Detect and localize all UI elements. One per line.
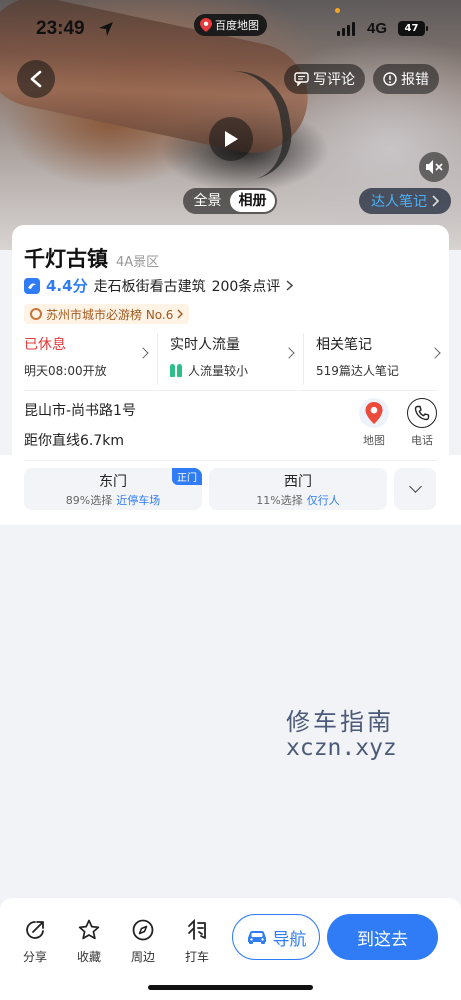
crowd-flow-label: 实时人流量 (170, 337, 240, 353)
gate-west[interactable]: 西门 11%选择 仅行人 (209, 468, 387, 510)
compass-icon (132, 919, 154, 941)
app-source-pill[interactable]: 百度地图 (194, 14, 267, 36)
phone-icon (407, 398, 437, 428)
go-here-label: 到这去 (357, 929, 408, 950)
ranking-label: 苏州市城市必游榜 No.6 (46, 307, 174, 322)
divider (24, 390, 437, 391)
baidu-map-pin-icon (200, 18, 212, 32)
favorite-button[interactable]: 收藏 (69, 918, 109, 965)
tab-panorama[interactable]: 全景 (185, 190, 230, 212)
share-label: 分享 (22, 950, 47, 964)
speaker-muted-icon (426, 160, 443, 174)
gate-percent: 11%选择 (256, 493, 303, 507)
related-notes[interactable]: 相关笔记 519篇达人笔记 (304, 333, 449, 385)
map-pin-icon (359, 398, 389, 428)
chevron-right-icon (286, 280, 294, 291)
watermark-cn: 修车指南 (286, 708, 394, 736)
divider (24, 460, 437, 461)
taxi-icon (188, 918, 206, 940)
related-notes-count: 519篇达人笔记 (316, 364, 399, 378)
entrance-options: 东门 89%选择 近停车场 正门 西门 11%选择 仅行人 (24, 468, 436, 510)
chevron-right-icon (177, 309, 184, 319)
expert-notes-button[interactable]: 达人笔记 (359, 188, 451, 214)
chevron-left-icon (30, 70, 42, 88)
back-button[interactable] (17, 60, 55, 98)
related-notes-label: 相关笔记 (316, 337, 372, 353)
status-time: 23:49 (36, 18, 85, 39)
address[interactable]: 昆山市-尚书路1号 (24, 400, 136, 420)
rating-score: 4.4分 (46, 277, 88, 295)
distance: 距你直线6.7km (24, 433, 125, 449)
go-here-button[interactable]: 到这去 (327, 914, 438, 960)
review-count: 200条点评 (211, 278, 281, 295)
mute-button[interactable] (419, 152, 449, 182)
report-error-button[interactable]: 报错 (373, 64, 439, 94)
stats-row: 已休息 明天08:00开放 实时人流量 人流量较小 相关笔记 519篇达人笔记 (12, 333, 449, 385)
gate-east[interactable]: 东门 89%选择 近停车场 正门 (24, 468, 202, 510)
share-button[interactable]: 分享 (15, 918, 55, 965)
write-review-button[interactable]: 写评论 (284, 64, 365, 94)
home-indicator (148, 985, 313, 990)
alert-icon (383, 72, 397, 86)
opening-status-label: 已休息 (24, 337, 66, 353)
battery-icon: 47 (398, 21, 428, 36)
map-button[interactable]: 地图 (354, 398, 394, 448)
scenic-level: 4A景区 (116, 255, 160, 270)
crowd-flow-value: 人流量较小 (188, 364, 249, 378)
map-label: 地图 (363, 434, 385, 447)
nearby-button[interactable]: 周边 (123, 918, 163, 965)
network-type: 4G (367, 20, 388, 37)
star-icon (78, 919, 100, 940)
gate-info: 11%选择 仅行人 (256, 492, 339, 508)
chevron-right-icon (432, 195, 439, 207)
phone-button[interactable]: 电话 (402, 398, 442, 448)
rating-row[interactable]: 4.4分 走石板街看古建筑 200条点评 (24, 275, 294, 296)
rating-highlight: 走石板街看古建筑 (93, 278, 206, 295)
media-tab-switch: 全景 相册 (183, 188, 277, 214)
write-review-label: 写评论 (313, 72, 355, 88)
rating-badge-icon (24, 277, 40, 294)
watermark: 修车指南 xczn.xyz (286, 702, 397, 761)
tab-album[interactable]: 相册 (230, 190, 275, 212)
play-icon (225, 131, 238, 147)
chevron-down-icon (408, 480, 422, 493)
share-icon (26, 921, 44, 939)
gate-hint: 近停车场 (116, 493, 161, 507)
taxi-label: 打车 (184, 950, 209, 964)
gate-hint: 仅行人 (306, 493, 340, 507)
signal-icon (337, 22, 355, 36)
opening-time: 明天08:00开放 (24, 364, 107, 378)
favorite-label: 收藏 (76, 950, 101, 964)
navigate-label: 导航 (272, 929, 307, 950)
play-video-button[interactable] (209, 117, 253, 161)
taxi-button[interactable]: 打车 (177, 918, 217, 965)
crowd-flow[interactable]: 实时人流量 人流量较小 (158, 333, 304, 385)
people-icon (170, 364, 182, 377)
nearby-label: 周边 (130, 950, 155, 964)
privacy-indicator (335, 8, 340, 13)
title-row: 千灯古镇 4A景区 (24, 243, 159, 273)
gate-info: 89%选择 近停车场 (66, 492, 160, 508)
place-title: 千灯古镇 (24, 247, 108, 271)
crowd-flow-value-row: 人流量较小 (170, 362, 291, 379)
phone-label: 电话 (411, 434, 433, 447)
location-arrow-icon (99, 22, 113, 36)
navigate-button[interactable]: 导航 (232, 914, 320, 960)
place-info-card: 千灯古镇 4A景区 4.4分 走石板街看古建筑 200条点评 苏州市城市必游榜 … (12, 225, 449, 525)
comment-icon (294, 72, 309, 86)
car-icon (247, 931, 266, 944)
report-error-label: 报错 (401, 72, 429, 88)
status-bar: 23:49 百度地图 4G 47 (0, 0, 461, 60)
opening-status[interactable]: 已休息 明天08:00开放 (12, 333, 158, 385)
gate-name: 东门 (99, 473, 127, 490)
ranking-tag[interactable]: 苏州市城市必游榜 No.6 (24, 304, 190, 324)
app-source-label: 百度地图 (215, 19, 259, 32)
main-gate-badge: 正门 (172, 468, 202, 485)
gate-percent: 89%选择 (65, 493, 113, 507)
watermark-en: xczn.xyz (286, 735, 397, 761)
expand-gates-button[interactable] (394, 468, 436, 510)
expert-notes-label: 达人笔记 (371, 194, 427, 210)
gate-name: 西门 (284, 473, 312, 490)
ranking-medal-icon (30, 308, 42, 320)
